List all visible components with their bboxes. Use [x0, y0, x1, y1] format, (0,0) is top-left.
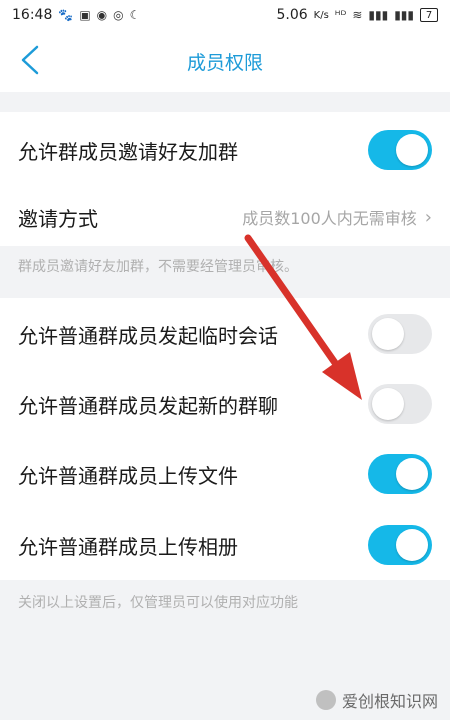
toggle-knob: [372, 388, 404, 420]
permission-row-temp-chat[interactable]: 允许普通群成员发起临时会话: [0, 298, 450, 370]
status-left: 16:48 🐾 ▣ ◉ ◎ ☾: [12, 7, 140, 23]
invite-note-text: 群成员邀请好友加群，不需要经管理员审核。: [18, 259, 298, 275]
new-group-toggle[interactable]: [368, 384, 432, 424]
permission-row-upload-files[interactable]: 允许普通群成员上传文件: [0, 438, 450, 510]
network-unit: K/s: [313, 9, 329, 21]
permission-label: 允许普通群成员上传文件: [18, 463, 238, 488]
watermark-logo-icon: [315, 690, 336, 710]
invite-friends-toggle[interactable]: [368, 130, 432, 170]
invite-note: 群成员邀请好友加群，不需要经管理员审核。: [0, 246, 450, 286]
cellular-icon-2: ▮▮▮: [394, 8, 414, 22]
status-right: 5.06 K/s ᴴᴰ ≋ ▮▮▮ ▮▮▮ 7: [276, 7, 438, 23]
watermark-text: 爱创根知识网: [341, 692, 438, 711]
permission-row-new-group[interactable]: 允许普通群成员发起新的群聊: [0, 370, 450, 438]
bottom-note: 关闭以上设置后，仅管理员可以使用对应功能: [0, 580, 450, 624]
page-title: 成员权限: [186, 51, 263, 74]
permission-row-upload-album[interactable]: 允许普通群成员上传相册: [0, 510, 450, 580]
upload-album-toggle[interactable]: [368, 525, 432, 565]
invite-friends-label: 允许群成员邀请好友加群: [18, 139, 238, 164]
upload-files-toggle[interactable]: [368, 454, 432, 494]
temp-chat-toggle[interactable]: [368, 314, 432, 354]
invite-method-row[interactable]: 邀请方式 成员数100人内无需审核 ›: [0, 188, 450, 246]
toggle-knob: [396, 529, 428, 561]
toggle-knob: [372, 318, 404, 350]
message-icon: ◉: [96, 8, 108, 22]
signal-icon: ◎: [113, 8, 124, 22]
bottom-note-text: 关闭以上设置后，仅管理员可以使用对应功能: [18, 595, 298, 611]
header: 成员权限: [0, 30, 450, 92]
status-time: 16:48: [12, 7, 53, 23]
permission-label: 允许普通群成员发起新的群聊: [18, 393, 278, 418]
cellular-icon: ▮▮▮: [368, 8, 389, 22]
wifi-icon: ≋: [352, 8, 363, 22]
back-button[interactable]: [12, 42, 48, 78]
moon-icon: ☾: [129, 8, 141, 22]
permission-label: 允许普通群成员上传相册: [18, 534, 238, 559]
invite-method-value: 成员数100人内无需审核: [242, 209, 417, 228]
toggle-knob: [396, 458, 428, 490]
toggle-knob: [396, 134, 428, 166]
image-icon: ▣: [79, 8, 91, 22]
chevron-right-icon: ›: [424, 206, 432, 228]
network-speed: 5.06: [276, 7, 308, 23]
hd-icon: ᴴᴰ: [334, 8, 347, 22]
watermark: 爱创根知识网: [315, 688, 438, 712]
permission-label: 允许普通群成员发起临时会话: [18, 323, 278, 348]
invite-method-value-wrap: 成员数100人内无需审核 ›: [242, 205, 432, 229]
invite-method-label: 邀请方式: [18, 206, 98, 231]
status-bar: 16:48 🐾 ▣ ◉ ◎ ☾ 5.06 K/s ᴴᴰ ≋ ▮▮▮ ▮▮▮ 7: [0, 0, 450, 30]
paw-icon: 🐾: [58, 8, 74, 22]
battery-icon: 7: [420, 8, 438, 22]
invite-friends-row[interactable]: 允许群成员邀请好友加群: [0, 112, 450, 188]
chevron-left-icon: [21, 45, 39, 75]
